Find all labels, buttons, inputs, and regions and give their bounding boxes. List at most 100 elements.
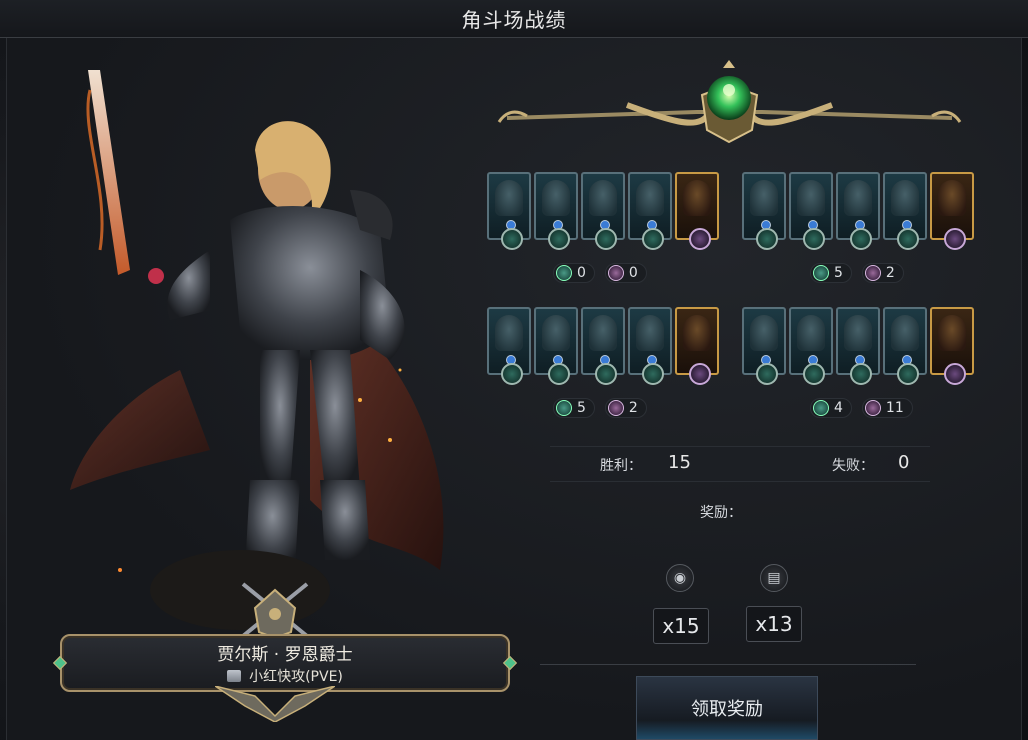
card-portrait <box>542 315 570 351</box>
win-count-value: 5 <box>834 265 843 281</box>
team-2-record: 5 2 <box>810 263 904 283</box>
card-badge <box>756 363 778 385</box>
team-card-group <box>742 307 977 391</box>
divider <box>540 664 916 665</box>
card-badge <box>803 228 825 250</box>
loss-coin-icon <box>607 265 624 281</box>
card-portrait <box>495 315 523 351</box>
hero-card[interactable] <box>628 307 672 385</box>
team-card-group <box>487 307 722 391</box>
card-badge <box>944 228 966 250</box>
hero-card[interactable] <box>742 307 786 385</box>
card-portrait <box>589 315 617 351</box>
loss-count-value: 2 <box>628 400 638 416</box>
card-portrait <box>495 180 523 216</box>
card-badge <box>689 228 711 250</box>
hero-name: 贾尔斯 · 罗恩爵士 <box>217 645 353 665</box>
card-portrait <box>683 315 711 351</box>
hero-card-leader[interactable] <box>930 307 974 385</box>
hero-nameplate: 贾尔斯 · 罗恩爵士 小红快攻(PVE) <box>52 634 518 692</box>
card-portrait <box>797 315 825 351</box>
card-badge <box>897 228 919 250</box>
card-portrait <box>844 315 872 351</box>
loss-count-value: 2 <box>885 265 895 281</box>
team-card-group <box>487 172 722 256</box>
losses-label: 失败： <box>832 458 874 474</box>
loss-coin-icon <box>864 400 881 416</box>
card-portrait <box>938 180 966 216</box>
rewards-label: 奖励： <box>700 505 742 521</box>
card-portrait <box>636 180 664 216</box>
card-badge <box>944 363 966 385</box>
card-portrait <box>844 180 872 216</box>
wins-label: 胜利： <box>600 458 642 474</box>
win-coin-icon <box>813 265 829 281</box>
hero-mode-label: 小红快攻(PVE) <box>249 669 343 685</box>
loss-count: 2 <box>861 263 904 283</box>
reward-amount-gold: x15 <box>653 608 709 644</box>
hero-card[interactable] <box>789 172 833 250</box>
hero-mode: 小红快攻(PVE) <box>62 666 508 686</box>
hero-card[interactable] <box>836 172 880 250</box>
card-badge <box>897 363 919 385</box>
wins-value: 15 <box>668 452 691 473</box>
win-count-value: 0 <box>577 265 586 281</box>
team-4-record: 4 11 <box>810 398 913 418</box>
card-portrait <box>636 315 664 351</box>
card-portrait <box>750 315 778 351</box>
hero-card[interactable] <box>581 307 625 385</box>
arena-rank-emblem <box>497 60 962 144</box>
reward-amount-packs: x13 <box>746 606 802 642</box>
card-portrait <box>542 180 570 216</box>
card-badge <box>595 363 617 385</box>
win-coin-icon <box>556 265 572 281</box>
deck-book-icon <box>227 670 242 682</box>
hero-card[interactable] <box>789 307 833 385</box>
crossed-swords-crest <box>241 582 309 640</box>
title-bar: 角斗场战绩 <box>0 0 1028 38</box>
card-portrait <box>589 180 617 216</box>
card-portrait <box>938 315 966 351</box>
win-count: 5 <box>810 263 852 283</box>
card-portrait <box>891 180 919 216</box>
card-badge <box>642 363 664 385</box>
team-1-record: 0 0 <box>553 263 647 283</box>
hero-portrait <box>60 70 480 630</box>
hero-card[interactable] <box>487 172 531 250</box>
card-badge <box>850 363 872 385</box>
hero-illustration <box>70 70 444 630</box>
total-record-row: 胜利： 15 失败： 0 <box>550 446 930 482</box>
win-count: 0 <box>553 263 595 283</box>
hero-card[interactable] <box>742 172 786 250</box>
card-badge <box>501 363 523 385</box>
card-portrait <box>891 315 919 351</box>
hero-card[interactable] <box>487 307 531 385</box>
win-coin-icon <box>556 400 572 416</box>
claim-rewards-button[interactable]: 领取奖励 <box>636 676 818 740</box>
nameplate-bottom-ornament <box>215 686 335 722</box>
card-badge <box>548 363 570 385</box>
loss-coin-icon <box>607 400 624 416</box>
hero-card[interactable] <box>883 307 927 385</box>
hero-card[interactable] <box>581 172 625 250</box>
win-count-value: 5 <box>577 400 586 416</box>
card-portrait <box>683 180 711 216</box>
hero-card-leader[interactable] <box>930 172 974 250</box>
card-badge <box>689 363 711 385</box>
loss-count-value: 11 <box>885 400 904 416</box>
hero-card[interactable] <box>836 307 880 385</box>
losses-value: 0 <box>898 452 910 473</box>
hero-card[interactable] <box>628 172 672 250</box>
hero-card-leader[interactable] <box>675 172 719 250</box>
hero-card[interactable] <box>534 307 578 385</box>
card-badge <box>850 228 872 250</box>
card-portrait <box>750 180 778 216</box>
hero-card[interactable] <box>534 172 578 250</box>
hero-card[interactable] <box>883 172 927 250</box>
card-portrait <box>797 180 825 216</box>
loss-count: 0 <box>604 263 647 283</box>
hero-card-leader[interactable] <box>675 307 719 385</box>
card-badge <box>548 228 570 250</box>
card-badge <box>756 228 778 250</box>
loss-coin-icon <box>864 265 881 281</box>
